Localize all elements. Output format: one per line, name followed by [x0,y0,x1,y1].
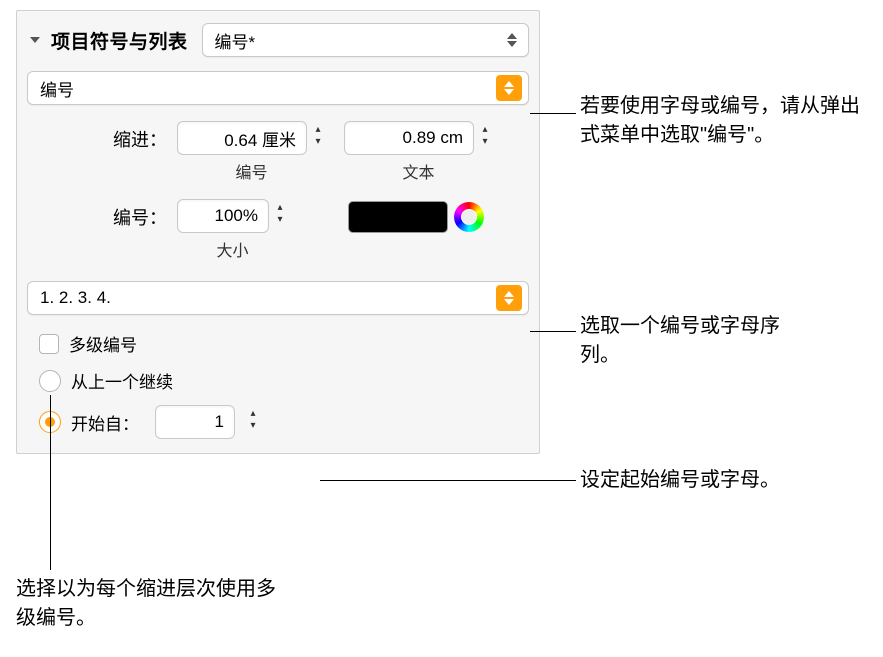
callout-text-4: 选择以为每个缩进层次使用多级编号。 [16,575,276,633]
stepper-down-icon[interactable]: ▾ [310,138,326,150]
stepper-down-icon[interactable]: ▾ [245,422,261,434]
indent-text-group: ▴ ▾ 文本 [344,121,493,183]
list-style-value: 编号* [215,28,256,53]
disclosure-triangle-icon[interactable] [27,32,43,48]
callout-line [530,331,576,332]
continue-from-row: 从上一个继续 [27,368,529,393]
tiered-numbers-checkbox[interactable] [39,334,59,354]
section-title: 项目符号与列表 [51,27,188,54]
number-row: 编号： ▴ ▾ 大小 [27,199,529,261]
stepper-down-icon[interactable]: ▾ [477,138,493,150]
start-from-input[interactable] [155,405,235,439]
color-picker-icon[interactable] [454,202,484,232]
callout-line [320,480,576,481]
callout-text-2: 选取一个编号或字母序列。 [580,312,780,370]
tiered-numbers-row: 多级编号 [27,331,529,356]
number-format-value: 1. 2. 3. 4. [40,288,111,308]
chevron-updown-icon [496,75,522,101]
callout-line [50,395,51,570]
bullets-lists-panel: 项目符号与列表 编号* 编号 缩进： ▴ ▾ 编号 [16,10,540,454]
callout-text-1: 若要使用字母或编号，请从弹出式菜单中选取"编号"。 [580,92,870,150]
list-style-popup[interactable]: 编号* [202,23,529,57]
continue-from-label: 从上一个继续 [71,368,173,393]
number-label: 编号： [27,199,177,230]
indent-label: 缩进： [27,121,177,152]
indent-number-input[interactable] [177,121,307,155]
number-size-input[interactable] [177,199,269,233]
start-from-stepper[interactable]: ▴ ▾ [245,410,261,434]
chevron-updown-icon [502,27,522,53]
number-size-group: ▴ ▾ 大小 [177,199,288,261]
stepper-down-icon[interactable]: ▾ [272,216,288,228]
indent-number-sublabel: 编号 [235,159,267,183]
number-size-sublabel: 大小 [216,237,248,261]
bullet-type-value: 编号 [40,76,74,101]
callout-text-3: 设定起始编号或字母。 [580,466,870,495]
indent-text-sublabel: 文本 [402,159,434,183]
number-format-popup[interactable]: 1. 2. 3. 4. [27,281,529,315]
bullet-type-popup[interactable]: 编号 [27,71,529,105]
number-size-stepper[interactable]: ▴ ▾ [272,204,288,228]
callout-line [530,113,576,114]
indent-text-input[interactable] [344,121,474,155]
indent-number-group: ▴ ▾ 编号 [177,121,326,183]
indent-row: 缩进： ▴ ▾ 编号 ▴ ▾ 文本 [27,121,529,183]
chevron-updown-icon [496,285,522,311]
panel-header: 项目符号与列表 编号* [27,23,529,57]
indent-text-stepper[interactable]: ▴ ▾ [477,126,493,150]
start-from-label: 开始自： [71,410,139,435]
continue-from-radio[interactable] [39,370,61,392]
start-from-row: 开始自： ▴ ▾ [27,405,529,439]
tiered-numbers-label: 多级编号 [69,331,137,356]
indent-number-stepper[interactable]: ▴ ▾ [310,126,326,150]
color-well[interactable] [348,201,448,233]
